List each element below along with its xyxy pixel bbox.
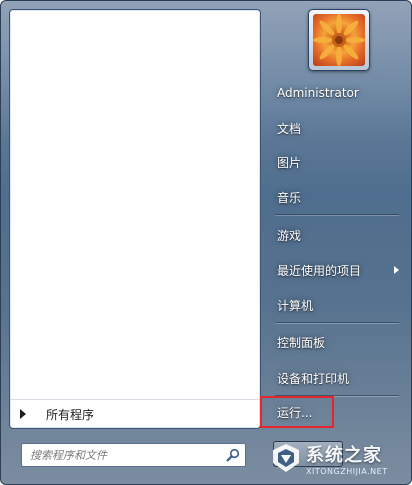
submenu-arrow-icon [394, 266, 399, 274]
menu-item-computer[interactable]: 计算机 [269, 291, 403, 319]
watermark-title: 系统之家 [306, 444, 382, 466]
search-box[interactable] [21, 443, 246, 467]
menu-item-administrator[interactable]: Administrator [269, 79, 403, 107]
triangle-right-icon [20, 409, 26, 419]
menu-item-label: 运行... [277, 405, 313, 420]
menu-item-documents[interactable]: 文档 [269, 114, 403, 142]
menu-item-label: 控制面板 [277, 335, 326, 350]
magnifier-icon[interactable] [224, 446, 242, 464]
menu-item-music[interactable]: 音乐 [269, 183, 403, 211]
watermark: 系统之家 XITONGZHIJIA.NET [269, 432, 409, 484]
programs-pane [9, 9, 261, 429]
watermark-text: 系统之家 XITONGZHIJIA.NET [306, 441, 388, 476]
watermark-url: XITONGZHIJIA.NET [306, 466, 388, 476]
watermark-logo-icon [273, 444, 299, 472]
menu-item-label: 最近使用的项目 [277, 263, 362, 278]
all-programs-label: 所有程序 [46, 407, 95, 422]
menu-item-label: 计算机 [277, 298, 314, 313]
menu-item-label: 文档 [277, 121, 302, 136]
user-picture[interactable] [308, 9, 370, 71]
search-input[interactable] [30, 445, 224, 465]
menu-item-recent-items[interactable]: 最近使用的项目 [269, 256, 403, 284]
menu-item-label: 游戏 [277, 228, 302, 243]
menu-item-games[interactable]: 游戏 [269, 221, 403, 249]
flower-avatar-icon [313, 14, 365, 66]
menu-separator [275, 322, 399, 324]
menu-item-devices-printers[interactable]: 设备和打印机 [269, 364, 403, 392]
menu-item-control-panel[interactable]: 控制面板 [269, 328, 403, 356]
menu-item-label: 设备和打印机 [277, 371, 350, 386]
menu-item-label: 图片 [277, 155, 302, 170]
menu-separator [275, 214, 399, 216]
menu-separator [275, 395, 399, 397]
menu-item-label: Administrator [277, 86, 359, 100]
menu-item-run[interactable]: 运行... [269, 398, 403, 426]
menu-item-pictures[interactable]: 图片 [269, 148, 403, 176]
all-programs-button[interactable]: 所有程序 [10, 399, 260, 428]
menu-item-label: 音乐 [277, 190, 302, 205]
start-menu: 所有程序 搜索程序和文件 Administrator 文档 图片 音乐 游戏 最… [0, 0, 412, 485]
